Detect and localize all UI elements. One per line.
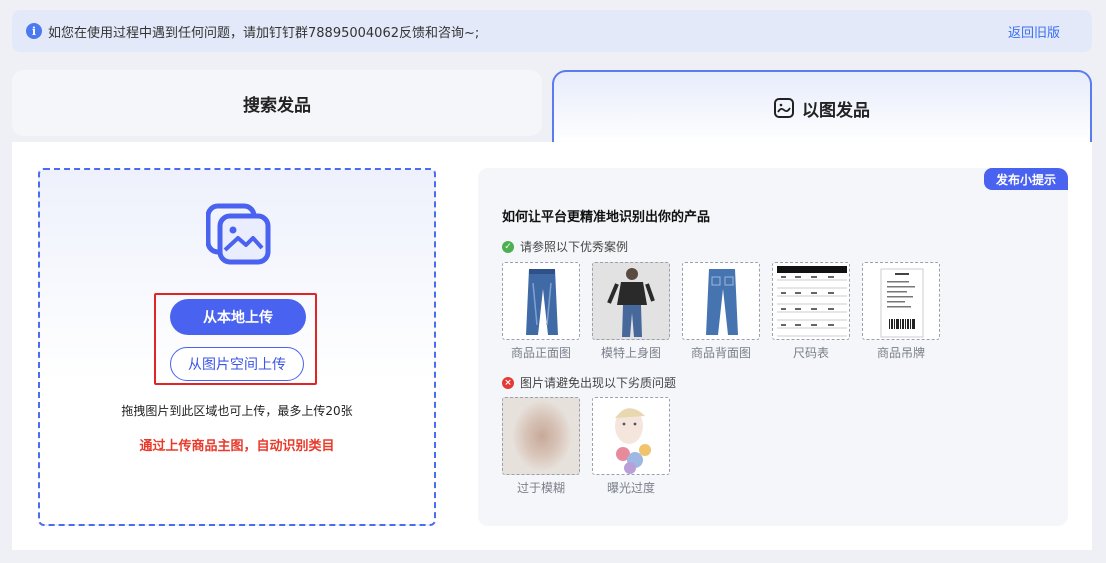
good-examples-heading: ✓ 请参照以下优秀案例: [502, 238, 628, 255]
example-hang-tag[interactable]: 商品吊牌: [862, 262, 940, 361]
overexposed-photo-thumbnail: [592, 397, 670, 475]
good-examples-label: 请参照以下优秀案例: [520, 240, 629, 254]
publish-tips-card: 发布小提示 如何让平台更精准地识别出你的产品 ✓ 请参照以下优秀案例 商品正面图: [478, 168, 1068, 526]
example-size-chart[interactable]: 尺码表: [772, 262, 850, 361]
upload-local-button[interactable]: 从本地上传: [170, 299, 306, 335]
info-icon: i: [26, 23, 42, 39]
tab-search-publish[interactable]: 搜索发品: [12, 70, 542, 136]
example-caption: 曝光过度: [606, 481, 655, 495]
example-caption: 商品正面图: [510, 346, 571, 360]
example-caption: 商品吊牌: [876, 346, 925, 360]
tab-search-label: 搜索发品: [243, 95, 311, 116]
error-circle-icon: ×: [502, 376, 514, 389]
auto-category-hint: 通过上传商品主图，自动识别类目: [139, 439, 335, 454]
bad-examples-list: 过于模糊 曝光过度: [502, 397, 670, 496]
check-circle-icon: ✓: [502, 240, 514, 253]
image-publish-panel: 从本地上传 从图片空间上传 拖拽图片到此区域也可上传，最多上传20张 通过上传商…: [12, 142, 1092, 550]
example-too-blurry[interactable]: 过于模糊: [502, 397, 580, 496]
upload-images-icon: [206, 203, 271, 265]
size-chart-thumbnail: [772, 262, 850, 340]
image-smile-icon: [774, 98, 794, 118]
example-front-view[interactable]: 商品正面图: [502, 262, 580, 361]
tips-badge: 发布小提示: [984, 168, 1068, 190]
back-to-old-version-link[interactable]: 返回旧版: [1008, 22, 1060, 41]
example-caption: 模特上身图: [600, 346, 661, 360]
publish-mode-tabs: 搜索发品 以图发品: [12, 70, 1092, 144]
drag-upload-hint: 拖拽图片到此区域也可上传，最多上传20张: [121, 404, 353, 418]
example-caption: 商品背面图: [690, 346, 751, 360]
notice-bar: i 如您在使用过程中遇到任何问题，请加钉钉群78895004062反馈和咨询~;…: [12, 10, 1092, 52]
example-model-view[interactable]: 模特上身图: [592, 262, 670, 361]
bad-examples-heading: × 图片请避免出现以下劣质问题: [502, 374, 676, 391]
example-caption: 尺码表: [792, 346, 829, 360]
jeans-back-thumbnail: [682, 262, 760, 340]
tips-title: 如何让平台更精准地识别出你的产品: [502, 210, 711, 225]
upload-dropzone[interactable]: 从本地上传 从图片空间上传 拖拽图片到此区域也可上传，最多上传20张 通过上传商…: [38, 168, 436, 526]
tab-image-publish[interactable]: 以图发品: [552, 70, 1092, 144]
notice-text: 如您在使用过程中遇到任何问题，请加钉钉群78895004062反馈和咨询~;: [48, 25, 480, 41]
example-back-view[interactable]: 商品背面图: [682, 262, 760, 361]
hang-tag-thumbnail: [862, 262, 940, 340]
example-caption: 过于模糊: [516, 481, 565, 495]
bad-examples-label: 图片请避免出现以下劣质问题: [520, 376, 677, 390]
upload-from-image-space-button[interactable]: 从图片空间上传: [170, 347, 304, 381]
good-examples-list: 商品正面图 模特上身图 商品背面图 尺码表 商品吊牌: [502, 262, 940, 361]
example-overexposed[interactable]: 曝光过度: [592, 397, 670, 496]
model-photo-thumbnail: [592, 262, 670, 340]
jeans-front-thumbnail: [502, 262, 580, 340]
blurry-photo-thumbnail: [502, 397, 580, 475]
tab-image-label: 以图发品: [802, 100, 870, 121]
